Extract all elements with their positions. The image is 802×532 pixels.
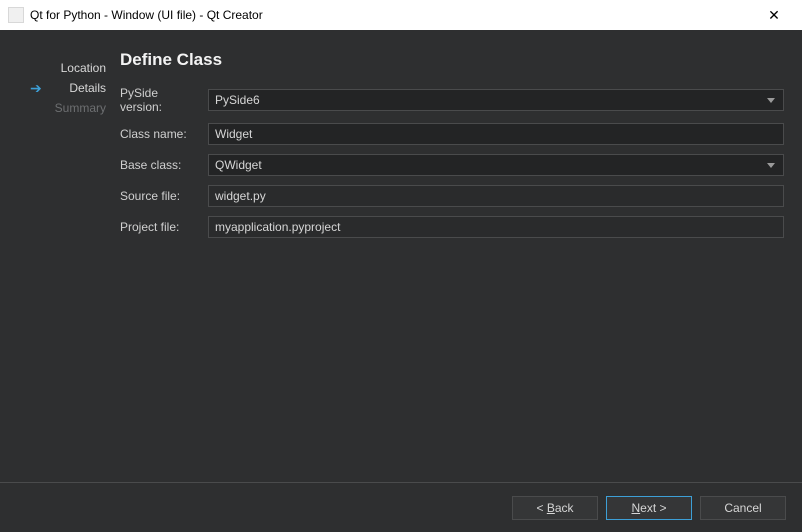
button-label: < Back xyxy=(536,501,573,515)
wizard-main: Define Class PySide version: PySide6 Cla… xyxy=(120,48,802,482)
combo-value: QWidget xyxy=(215,158,262,172)
row-pyside-version: PySide version: PySide6 xyxy=(120,86,784,114)
label-project-file: Project file: xyxy=(120,220,208,234)
wizard-body: Location ➔ Details Summary Define Class … xyxy=(0,30,802,482)
row-base-class: Base class: QWidget xyxy=(120,154,784,176)
step-label: Location xyxy=(61,61,106,75)
app-icon xyxy=(8,7,24,23)
input-value: myapplication.pyproject xyxy=(215,220,340,234)
input-class-name[interactable]: Widget xyxy=(208,123,784,145)
cancel-button[interactable]: Cancel xyxy=(700,496,786,520)
label-source-file: Source file: xyxy=(120,189,208,203)
arrow-right-icon: ➔ xyxy=(30,81,42,95)
combo-value: PySide6 xyxy=(215,93,260,107)
step-location[interactable]: Location xyxy=(24,58,120,78)
back-button[interactable]: < Back xyxy=(512,496,598,520)
button-label: Cancel xyxy=(724,501,761,515)
window-title: Qt for Python - Window (UI file) - Qt Cr… xyxy=(30,8,754,22)
input-project-file[interactable]: myapplication.pyproject xyxy=(208,216,784,238)
page-title: Define Class xyxy=(120,50,784,70)
combo-base-class[interactable]: QWidget xyxy=(208,154,784,176)
row-source-file: Source file: widget.py xyxy=(120,185,784,207)
input-value: Widget xyxy=(215,127,252,141)
next-button[interactable]: Next > xyxy=(606,496,692,520)
wizard-footer: < Back Next > Cancel xyxy=(0,482,802,532)
input-value: widget.py xyxy=(215,189,266,203)
step-label: Details xyxy=(69,81,106,95)
step-label: Summary xyxy=(55,101,106,115)
titlebar: Qt for Python - Window (UI file) - Qt Cr… xyxy=(0,0,802,30)
label-pyside-version: PySide version: xyxy=(120,86,208,114)
step-details[interactable]: ➔ Details xyxy=(24,78,120,98)
row-class-name: Class name: Widget xyxy=(120,123,784,145)
input-source-file[interactable]: widget.py xyxy=(208,185,784,207)
close-icon[interactable]: ✕ xyxy=(754,7,794,24)
label-base-class: Base class: xyxy=(120,158,208,172)
label-class-name: Class name: xyxy=(120,127,208,141)
wizard-steps: Location ➔ Details Summary xyxy=(0,48,120,482)
combo-pyside-version[interactable]: PySide6 xyxy=(208,89,784,111)
step-summary: Summary xyxy=(24,98,120,118)
row-project-file: Project file: myapplication.pyproject xyxy=(120,216,784,238)
button-label: Next > xyxy=(631,501,666,515)
